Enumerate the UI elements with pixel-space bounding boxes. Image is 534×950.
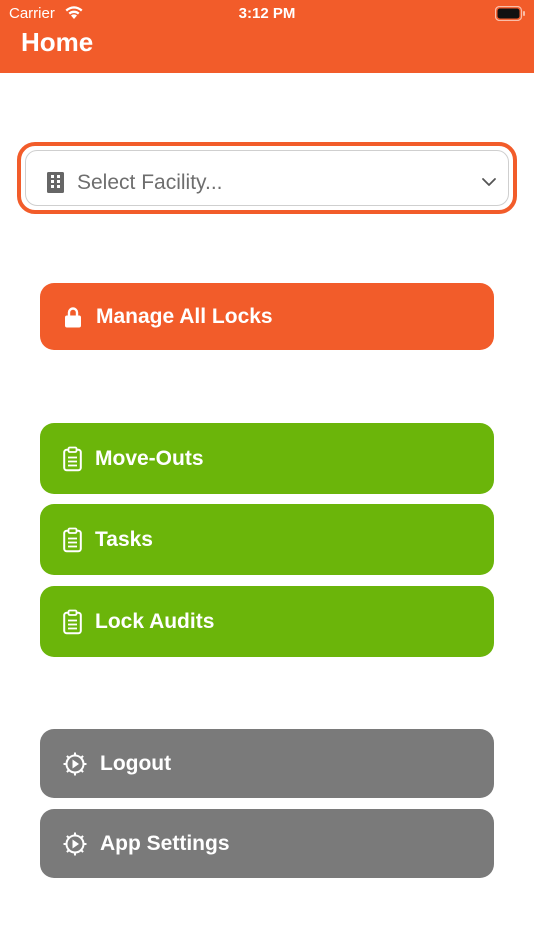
gear-icon <box>63 752 87 775</box>
building-icon <box>47 172 64 193</box>
logout-button[interactable]: Logout <box>40 729 494 798</box>
status-time: 3:12 PM <box>238 5 296 22</box>
clipboard-icon <box>63 446 82 471</box>
move-outs-label: Move-Outs <box>95 446 204 470</box>
clipboard-icon <box>63 609 82 634</box>
facility-select[interactable]: Select Facility... <box>17 142 517 214</box>
facility-select-placeholder: Select Facility... <box>77 171 223 194</box>
move-outs-button[interactable]: Move-Outs <box>40 423 494 494</box>
status-bar: Carrier 3:12 PM <box>0 0 534 28</box>
gear-icon <box>63 832 87 855</box>
app-settings-button[interactable]: App Settings <box>40 809 494 878</box>
chevron-down-icon[interactable] <box>481 177 497 188</box>
tasks-label: Tasks <box>95 527 153 551</box>
facility-select-field[interactable]: Select Facility... <box>25 150 509 206</box>
manage-all-locks-button[interactable]: Manage All Locks <box>40 283 494 350</box>
lock-audits-label: Lock Audits <box>95 609 215 633</box>
app-header: Carrier 3:12 PM Home <box>0 0 534 73</box>
lock-icon <box>65 306 81 327</box>
battery-icon <box>495 6 525 21</box>
clipboard-icon <box>63 527 82 552</box>
tasks-button[interactable]: Tasks <box>40 504 494 575</box>
lock-audits-button[interactable]: Lock Audits <box>40 586 494 657</box>
logout-label: Logout <box>100 751 172 775</box>
manage-all-locks-label: Manage All Locks <box>96 304 273 328</box>
page-title: Home <box>21 27 94 57</box>
app-settings-label: App Settings <box>100 831 230 855</box>
